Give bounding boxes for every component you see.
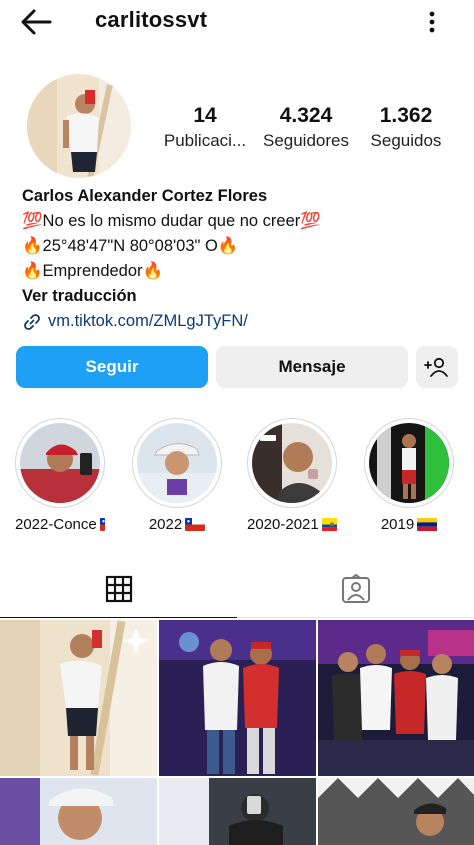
followers-label: Seguidores (262, 131, 349, 150)
highlight-2[interactable]: 2022 (132, 418, 222, 533)
highlight-2-label: 2022 (148, 516, 183, 533)
following-count: 1.362 (379, 104, 433, 127)
profile-bio: Carlos Alexander Cortez Flores 💯No es lo… (22, 184, 462, 334)
highlight-4-label: 2019 (380, 516, 415, 533)
post-thumbnail[interactable] (318, 620, 474, 776)
bio-line-2: 🔥25°48'47"N 80°08'03" O🔥 (22, 237, 239, 255)
profile-username: carlitossvt (95, 7, 208, 32)
following-label: Seguidos (370, 131, 442, 150)
followers-count: 4.324 (279, 104, 333, 127)
highlight-cover (252, 423, 332, 503)
see-translation-link[interactable]: Ver traducción (22, 284, 462, 309)
highlight-ring (15, 418, 105, 508)
highlight-4[interactable]: 2019 (364, 418, 454, 533)
tab-posts-grid[interactable] (0, 560, 237, 618)
chile-flag-icon (99, 518, 105, 531)
bio-line-3: 🔥Emprendedor🔥 (22, 262, 164, 280)
stat-posts[interactable]: 14 Publicaci... (160, 103, 250, 153)
highlight-cover (137, 423, 217, 503)
link-icon (24, 313, 40, 330)
post-thumbnail[interactable] (318, 778, 474, 845)
post-thumbnail[interactable] (0, 778, 157, 845)
arrow-left-icon (21, 9, 52, 35)
profile-tabs (0, 560, 474, 618)
follow-button[interactable]: Seguir (16, 346, 208, 388)
suggested-users-button[interactable] (416, 346, 458, 388)
chile-flag-icon (185, 518, 206, 531)
venezuela-flag-icon (417, 518, 438, 531)
posts-count: 14 (193, 104, 217, 127)
profile-avatar[interactable] (27, 74, 131, 178)
ecuador-flag-icon (321, 518, 337, 531)
more-vertical-icon (429, 11, 435, 33)
highlight-ring (132, 418, 222, 508)
stat-following[interactable]: 1.362 Seguidos (362, 103, 450, 153)
post-thumbnail[interactable] (159, 778, 316, 845)
highlight-cover (20, 423, 100, 503)
bio-link-text: vm.tiktok.com/ZMLgJTyFN/ (48, 312, 248, 330)
stat-followers[interactable]: 4.324 Seguidores (256, 103, 356, 153)
message-button[interactable]: Mensaje (216, 346, 408, 388)
highlight-1[interactable]: 2022-Conce (15, 418, 105, 533)
highlight-cover (369, 423, 449, 503)
highlight-ring (247, 418, 337, 508)
person-add-icon (424, 357, 448, 377)
back-button[interactable] (18, 6, 58, 38)
highlight-ring (364, 418, 454, 508)
bio-line-1: 💯No es lo mismo dudar que no creer💯 (22, 212, 321, 230)
grid-icon (105, 575, 132, 602)
highlight-3-label: 2020-2021 (247, 516, 319, 533)
full-name: Carlos Alexander Cortez Flores (22, 187, 268, 205)
bio-external-link[interactable]: vm.tiktok.com/ZMLgJTyFN/ (22, 309, 462, 334)
post-thumbnail[interactable] (0, 620, 157, 776)
highlight-1-label: 2022-Conce (15, 516, 97, 533)
post-thumbnail[interactable] (159, 620, 316, 776)
tagged-person-icon (341, 573, 370, 603)
posts-label: Publicaci... (163, 131, 247, 150)
top-bar: carlitossvt (0, 0, 474, 44)
highlight-3[interactable]: 2020-2021 (247, 418, 337, 533)
tab-tagged[interactable] (237, 560, 474, 618)
more-options-button[interactable] (418, 6, 446, 38)
